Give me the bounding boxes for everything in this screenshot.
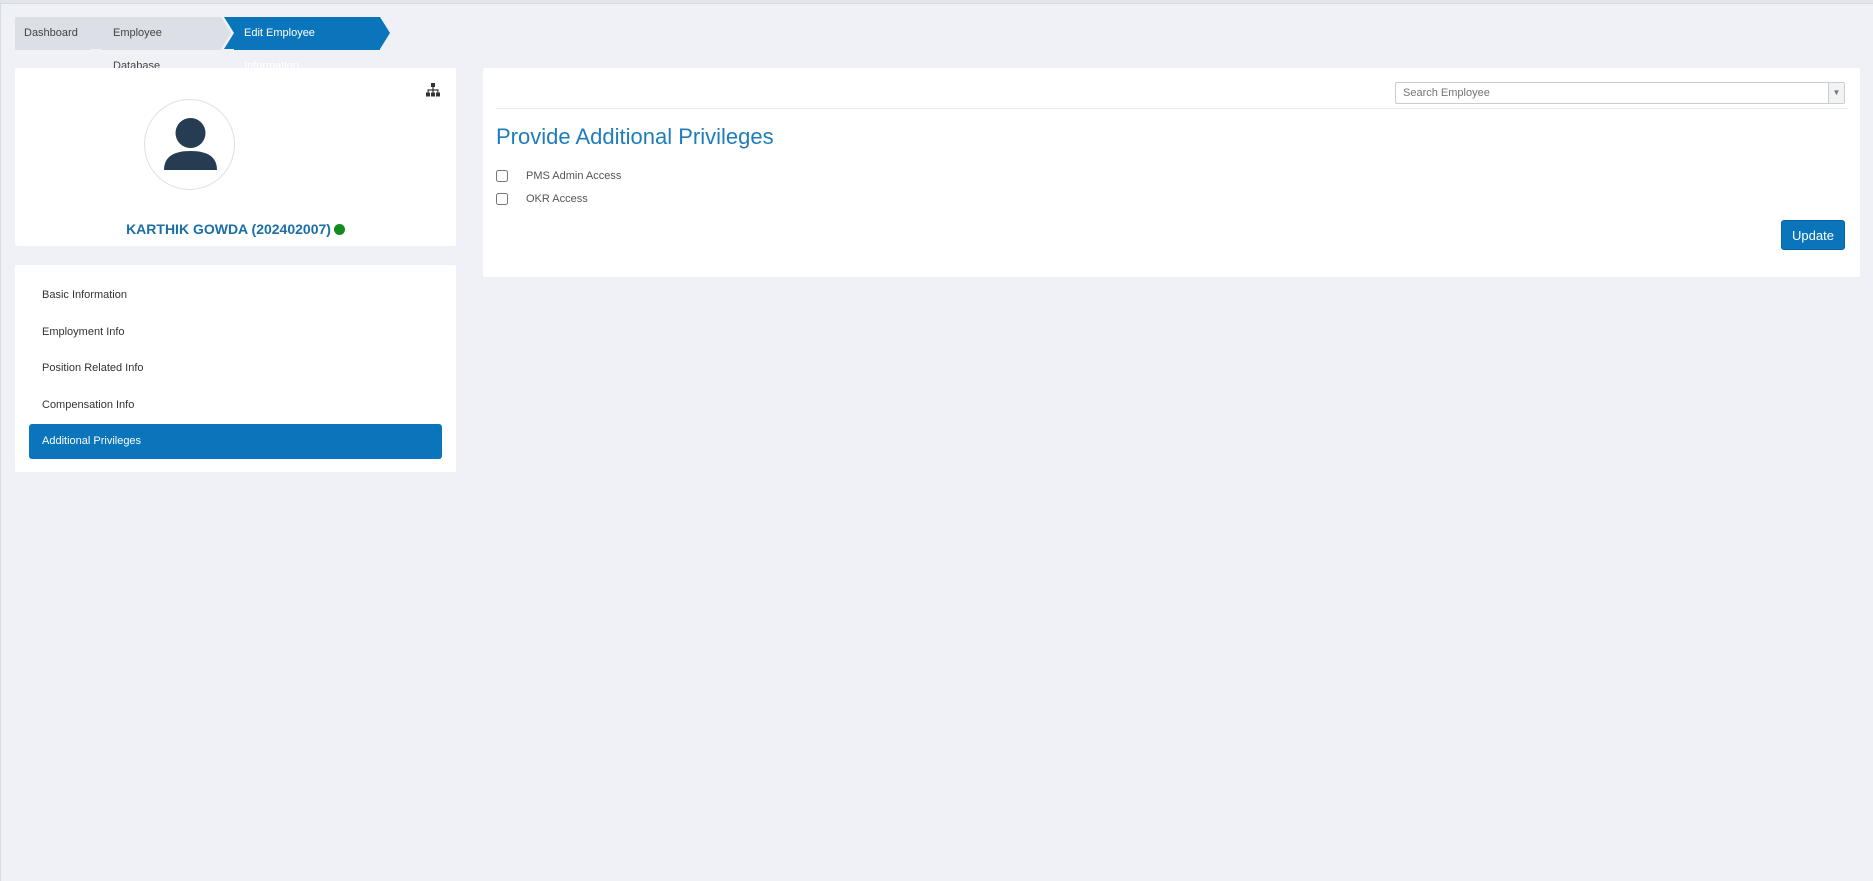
profile-card: KARTHIK GOWDA (202402007) bbox=[15, 68, 456, 246]
breadcrumb-edit-employee-information: Edit Employee Information bbox=[224, 17, 390, 72]
avatar bbox=[144, 99, 235, 190]
pms-admin-access-label: PMS Admin Access bbox=[526, 170, 622, 182]
employee-name: KARTHIK GOWDA (202402007) bbox=[15, 221, 456, 237]
chevron-down-icon[interactable]: ▼ bbox=[1828, 83, 1844, 103]
sidebar-nav: Basic Information Employment Info Positi… bbox=[15, 265, 456, 472]
pms-admin-access-checkbox[interactable] bbox=[496, 170, 508, 182]
breadcrumb-employee-database[interactable]: Employee Database bbox=[91, 17, 231, 72]
breadcrumb-dashboard[interactable]: Dashboard bbox=[15, 17, 101, 50]
privileges-panel: ▼ Provide Additional Privileges PMS Admi… bbox=[483, 68, 1860, 277]
breadcrumb: Dashboard Employee Database Edit Employe… bbox=[15, 17, 390, 72]
sidebar-item-position-related-info[interactable]: Position Related Info bbox=[29, 350, 442, 386]
status-dot bbox=[333, 224, 345, 235]
sidebar-item-compensation-info[interactable]: Compensation Info bbox=[29, 387, 442, 423]
user-avatar-icon bbox=[164, 118, 217, 170]
search-employee-input[interactable] bbox=[1396, 83, 1816, 103]
org-chart-icon[interactable] bbox=[425, 82, 441, 98]
top-border bbox=[0, 0, 1873, 4]
divider bbox=[496, 108, 1848, 109]
privilege-row-okr: OKR Access bbox=[496, 191, 588, 207]
privilege-row-pms-admin: PMS Admin Access bbox=[496, 168, 621, 184]
sidebar-item-additional-privileges[interactable]: Additional Privileges bbox=[29, 423, 442, 459]
sidebar-item-employment-info[interactable]: Employment Info bbox=[29, 314, 442, 350]
sidebar-item-basic-information[interactable]: Basic Information bbox=[29, 277, 442, 313]
update-button[interactable]: Update bbox=[1781, 220, 1845, 250]
okr-access-checkbox[interactable] bbox=[496, 193, 508, 205]
okr-access-label: OKR Access bbox=[526, 193, 588, 205]
page-title: Provide Additional Privileges bbox=[496, 124, 774, 149]
left-border bbox=[0, 4, 1, 881]
search-employee-select[interactable]: ▼ bbox=[1395, 82, 1845, 104]
